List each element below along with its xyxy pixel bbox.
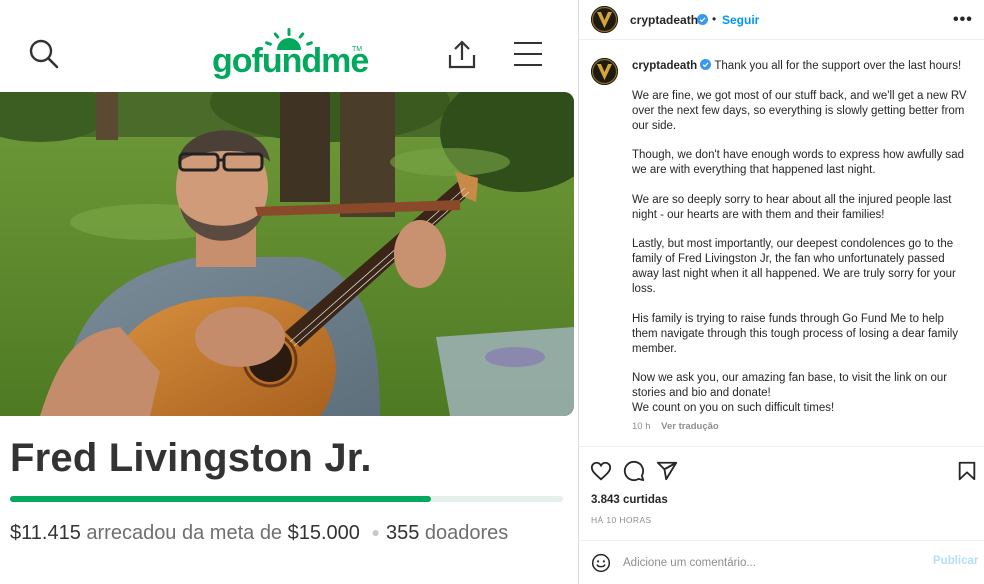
caption-paragraph: We count on you on such difficult times! bbox=[632, 402, 835, 414]
progress-fill bbox=[10, 496, 431, 502]
verified-icon bbox=[697, 14, 708, 25]
raised-amount: $11.415 bbox=[10, 522, 81, 544]
gofundme-header: gofundme TM bbox=[0, 0, 578, 92]
comment-input[interactable] bbox=[623, 553, 913, 573]
progress-bar bbox=[10, 496, 563, 502]
caption-paragraph: We are fine, we got most of our stuff ba… bbox=[632, 89, 967, 132]
menu-icon[interactable] bbox=[514, 42, 544, 66]
instagram-panel: cryptadeath • Seguir ••• cryptadeath Tha… bbox=[579, 0, 984, 584]
comment-bar: Publicar bbox=[579, 540, 984, 584]
follow-button[interactable]: Seguir bbox=[722, 13, 759, 27]
heart-icon[interactable] bbox=[590, 460, 612, 482]
logo-trademark: TM bbox=[352, 46, 363, 53]
caption-paragraph: Lastly, but most importantly, our deepes… bbox=[632, 238, 956, 295]
bookmark-icon[interactable] bbox=[956, 460, 978, 482]
more-options-icon[interactable]: ••• bbox=[953, 11, 973, 29]
fundraiser-photo bbox=[0, 92, 574, 416]
search-icon[interactable] bbox=[28, 38, 60, 70]
comment-icon[interactable] bbox=[623, 460, 645, 482]
caption-paragraph: His family is trying to raise funds thro… bbox=[632, 312, 959, 355]
gofundme-logo[interactable]: gofundme TM bbox=[212, 28, 369, 82]
fundraiser-stats: $11.415 arrecadou da meta de $15.000 ● 35… bbox=[10, 522, 508, 545]
fundraiser-title: Fred Livingston Jr. bbox=[10, 436, 372, 480]
separator-dot: ● bbox=[371, 524, 380, 540]
caption-avatar[interactable] bbox=[591, 58, 618, 85]
caption-intro: Thank you all for the support over the l… bbox=[714, 60, 962, 72]
post-caption: cryptadeath Thank you all for the suppor… bbox=[632, 59, 972, 416]
avatar[interactable] bbox=[591, 6, 618, 33]
caption-time: 10 h bbox=[632, 421, 651, 432]
actions-divider bbox=[579, 446, 984, 447]
goal-amount: $15.000 bbox=[287, 522, 360, 544]
translate-link[interactable]: Ver tradução bbox=[661, 421, 719, 432]
emoji-icon[interactable] bbox=[591, 553, 611, 573]
caption-username[interactable]: cryptadeath bbox=[632, 60, 697, 72]
header-separator: • bbox=[712, 12, 717, 26]
caption-paragraph: We are so deeply sorry to hear about all… bbox=[632, 193, 952, 221]
caption-paragraph: Now we ask you, our amazing fan base, to… bbox=[632, 372, 948, 399]
share-icon[interactable] bbox=[446, 38, 478, 70]
caption-first-line: cryptadeath Thank you all for the suppor… bbox=[632, 59, 972, 74]
caption-meta: 10 h Ver tradução bbox=[632, 421, 719, 432]
raised-text: arrecadou da meta de bbox=[86, 522, 283, 544]
donors-count: 355 bbox=[385, 522, 420, 544]
logo-text: gofundme bbox=[212, 42, 369, 80]
header-username[interactable]: cryptadeath bbox=[630, 13, 698, 27]
send-icon[interactable] bbox=[656, 460, 678, 482]
verified-icon bbox=[700, 59, 712, 70]
caption-paragraph: Though, we don't have enough words to ex… bbox=[632, 149, 965, 176]
donors-label: doadores bbox=[424, 522, 509, 544]
likes-count[interactable]: 3.843 curtidas bbox=[591, 494, 668, 506]
publish-button[interactable]: Publicar bbox=[933, 555, 978, 567]
post-timestamp: HÁ 10 HORAS bbox=[591, 515, 652, 525]
gofundme-panel: gofundme TM Fred Livingston Jr. $11.415 … bbox=[0, 0, 578, 584]
post-header: cryptadeath • Seguir ••• bbox=[579, 0, 984, 40]
